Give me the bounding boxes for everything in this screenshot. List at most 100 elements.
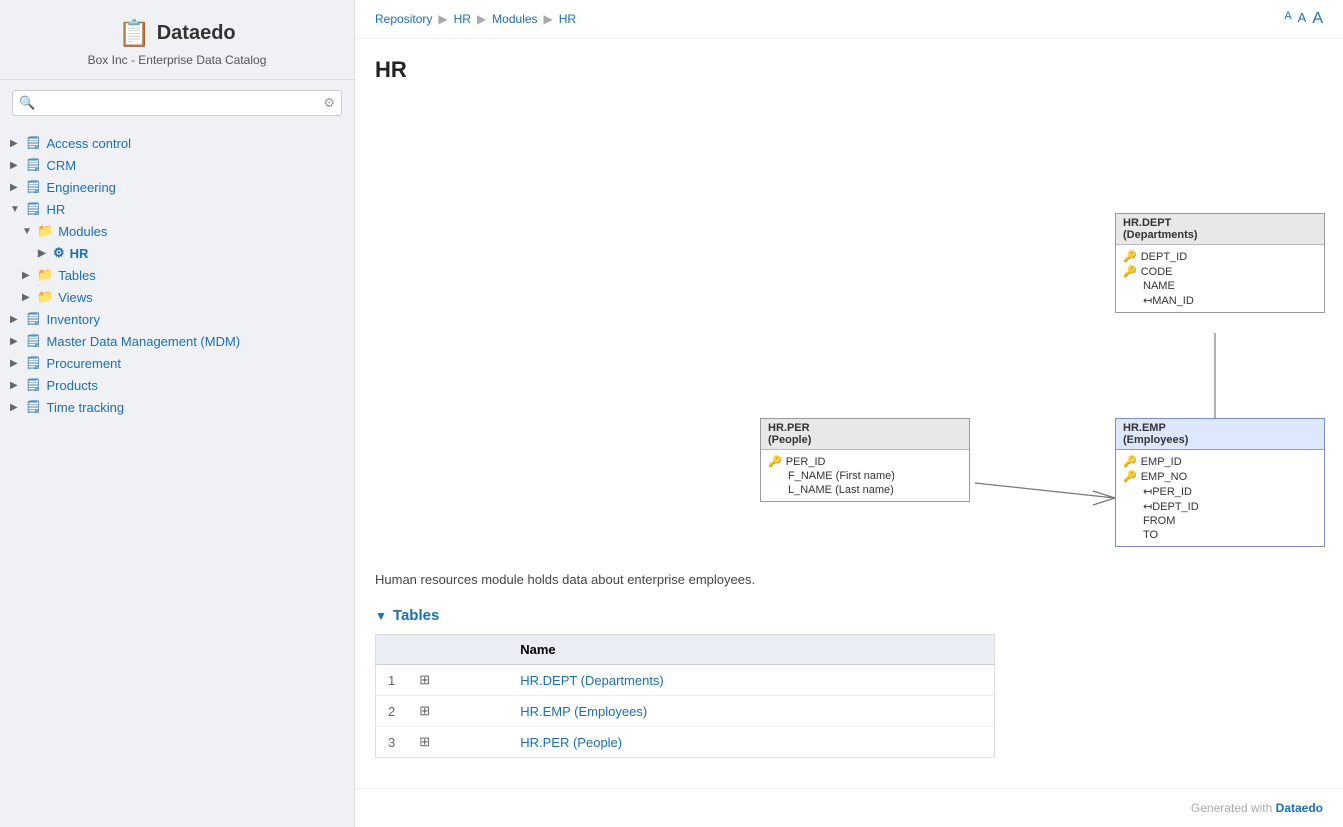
sidebar-item-products[interactable]: ▶ 🗒 Products	[0, 374, 354, 396]
item-icon: 🗒	[25, 333, 42, 349]
arrow-icon: ▶	[10, 380, 20, 391]
table-name[interactable]: HR.EMP (Employees)	[508, 696, 994, 727]
item-icon: 🗒	[25, 179, 42, 195]
sidebar-item-label: Time tracking	[47, 400, 125, 415]
arrow-icon: ▶	[10, 138, 20, 149]
er-row: ↤MAN_ID	[1123, 293, 1317, 308]
sidebar-item-label: Modules	[58, 224, 107, 239]
main-content: Repository ▶ HR ▶ Modules ▶ HR A A A HR	[355, 0, 1343, 827]
section-header-tables[interactable]: ▼ Tables	[375, 607, 1323, 624]
font-size-controls: A A A	[1284, 10, 1323, 28]
er-header-emp: HR.EMP(Employees)	[1116, 419, 1324, 450]
table-name[interactable]: HR.PER (People)	[508, 727, 994, 758]
folder-icon: 📁	[37, 223, 53, 239]
footer-text: Generated with	[1191, 801, 1272, 815]
sidebar-item-procurement[interactable]: ▶ 🗒 Procurement	[0, 352, 354, 374]
tables-table: Name 1 ⊞ HR.DEPT (Departments) 2 ⊞ HR.EM…	[375, 634, 995, 758]
font-size-medium[interactable]: A	[1298, 10, 1307, 28]
sidebar-item-crm[interactable]: ▶ 🗒 CRM	[0, 154, 354, 176]
item-icon: 🗒	[25, 201, 42, 217]
table-name[interactable]: HR.DEPT (Departments)	[508, 665, 994, 696]
arrow-icon: ▶	[10, 402, 20, 413]
item-icon: 🗒	[25, 311, 42, 327]
er-row: NAME	[1123, 279, 1317, 293]
er-body-per: 🔑 PER_ID F_NAME (First name) L_NAME (Las…	[761, 450, 969, 501]
sidebar-item-hr[interactable]: ▼ 🗒 HR	[0, 198, 354, 220]
search-icon: 🔍	[19, 95, 35, 111]
logo-subtitle: Box Inc - Enterprise Data Catalog	[88, 53, 267, 67]
logo-icon: 📋	[118, 18, 150, 49]
toggle-icon: ▼	[375, 609, 387, 623]
key-icon: 🔑	[768, 455, 782, 468]
table-row: 1 ⊞ HR.DEPT (Departments)	[376, 665, 995, 696]
font-size-large[interactable]: A	[1312, 10, 1323, 28]
arrow-icon: ▶	[38, 248, 48, 259]
item-icon: 🗒	[25, 355, 42, 371]
sidebar-item-inventory[interactable]: ▶ 🗒 Inventory	[0, 308, 354, 330]
er-box-dept: HR.DEPT(Departments) 🔑 DEPT_ID 🔑 CODE NA…	[1115, 213, 1325, 313]
search-input[interactable]	[39, 96, 319, 110]
row-num: 2	[376, 696, 408, 727]
er-row: 🔑 PER_ID	[768, 454, 962, 469]
breadcrumb-modules[interactable]: Modules	[492, 12, 537, 26]
breadcrumb-hr[interactable]: HR	[454, 12, 471, 26]
filter-icon[interactable]: ⚙	[323, 95, 335, 111]
logo-title: 📋 Dataedo	[118, 18, 235, 49]
footer-brand: Dataedo	[1276, 801, 1323, 815]
item-icon: 🗒	[25, 157, 42, 173]
sidebar-item-label: Engineering	[47, 180, 116, 195]
arrow-icon: ▶	[22, 270, 32, 281]
arrow-icon: ▼	[10, 204, 20, 215]
search-bar: 🔍 ⚙	[12, 90, 342, 116]
key-icon: 🔑	[1123, 455, 1137, 468]
breadcrumb: Repository ▶ HR ▶ Modules ▶ HR A A A	[355, 0, 1343, 39]
arrow-icon: ▶	[10, 182, 20, 193]
er-row: 🔑 CODE	[1123, 264, 1317, 279]
sidebar-item-time-tracking[interactable]: ▶ 🗒 Time tracking	[0, 396, 354, 418]
table-row: 2 ⊞ HR.EMP (Employees)	[376, 696, 995, 727]
breadcrumb-sep2: ▶	[477, 12, 486, 26]
item-icon: 🗒	[25, 135, 42, 151]
breadcrumb-sep3: ▶	[544, 12, 553, 26]
sidebar-item-master-data[interactable]: ▶ 🗒 Master Data Management (MDM)	[0, 330, 354, 352]
er-row: ↤PER_ID	[1123, 484, 1317, 499]
col-num	[376, 635, 408, 665]
er-body-dept: 🔑 DEPT_ID 🔑 CODE NAME ↤MAN_ID	[1116, 245, 1324, 312]
sidebar-item-hr-module[interactable]: ▶ ⚙ HR	[0, 242, 354, 264]
row-num: 3	[376, 727, 408, 758]
sidebar-item-label: Tables	[58, 268, 96, 283]
module-icon: ⚙	[53, 245, 65, 261]
er-row: TO	[1123, 528, 1317, 542]
sidebar-item-engineering[interactable]: ▶ 🗒 Engineering	[0, 176, 354, 198]
er-row: F_NAME (First name)	[768, 469, 962, 483]
arrow-icon: ▶	[10, 358, 20, 369]
sidebar-item-views[interactable]: ▶ 📁 Views	[0, 286, 354, 308]
sidebar-item-label: Inventory	[47, 312, 100, 327]
table-link: HR.EMP (Employees)	[520, 704, 647, 719]
er-header-dept: HR.DEPT(Departments)	[1116, 214, 1324, 245]
sidebar-item-access-control[interactable]: ▶ 🗒 Access control	[0, 132, 354, 154]
breadcrumb-repository[interactable]: Repository	[375, 12, 432, 26]
description: Human resources module holds data about …	[355, 562, 1343, 597]
font-size-small[interactable]: A	[1284, 10, 1291, 28]
row-num: 1	[376, 665, 408, 696]
er-header-per: HR.PER(People)	[761, 419, 969, 450]
item-icon: 🗒	[25, 377, 42, 393]
folder-icon: 📁	[37, 289, 53, 305]
page-title: HR	[355, 39, 1343, 93]
er-box-emp: HR.EMP(Employees) 🔑 EMP_ID 🔑 EMP_NO ↤PER…	[1115, 418, 1325, 547]
folder-icon: 📁	[37, 267, 53, 283]
arrow-icon: ▶	[22, 292, 32, 303]
breadcrumb-hr2[interactable]: HR	[559, 12, 576, 26]
er-row: L_NAME (Last name)	[768, 483, 962, 497]
sidebar-item-label: Access control	[47, 136, 132, 151]
key-icon: 🔑	[1123, 265, 1137, 278]
section-label: Tables	[393, 607, 439, 624]
er-box-per: HR.PER(People) 🔑 PER_ID F_NAME (First na…	[760, 418, 970, 502]
sidebar-item-label: HR	[47, 202, 66, 217]
sidebar-item-tables[interactable]: ▶ 📁 Tables	[0, 264, 354, 286]
sidebar-item-label: Procurement	[47, 356, 121, 371]
key-icon: 🔑	[1123, 250, 1137, 263]
er-row: 🔑 EMP_ID	[1123, 454, 1317, 469]
sidebar-item-modules[interactable]: ▼ 📁 Modules	[0, 220, 354, 242]
